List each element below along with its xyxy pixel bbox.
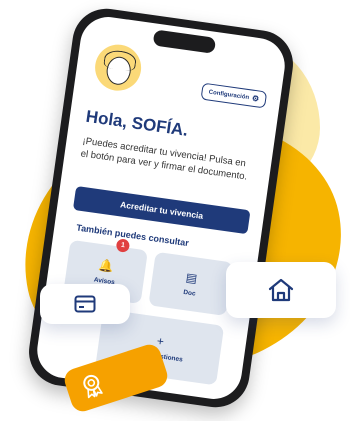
home-icon: [268, 278, 294, 302]
floating-card-home: [226, 262, 336, 318]
award-badge-icon: [83, 374, 103, 399]
configuration-button[interactable]: Configuración ⚙: [200, 82, 268, 109]
phone-screen: Configuración ⚙ Hola, SOFÍA. ¡Puedes acr…: [33, 13, 289, 403]
greeting-message: ¡Puedes acreditar tu vivencia! Pulsa en …: [79, 135, 248, 183]
floating-card-payment: [40, 284, 130, 324]
gear-icon: ⚙: [251, 93, 260, 104]
greeting-title: Hola, SOFÍA.: [84, 106, 190, 140]
bell-icon: 🔔: [98, 257, 115, 274]
configuration-label: Configuración: [208, 89, 250, 101]
plus-icon: +: [155, 333, 165, 349]
credit-card-icon: [74, 295, 96, 313]
avatar: [92, 41, 145, 94]
tile-documentos[interactable]: ▤ Doc: [148, 251, 234, 317]
document-icon: ▤: [184, 270, 199, 286]
tile-documentos-label: Doc: [182, 288, 196, 298]
phone-notch: [152, 29, 217, 54]
